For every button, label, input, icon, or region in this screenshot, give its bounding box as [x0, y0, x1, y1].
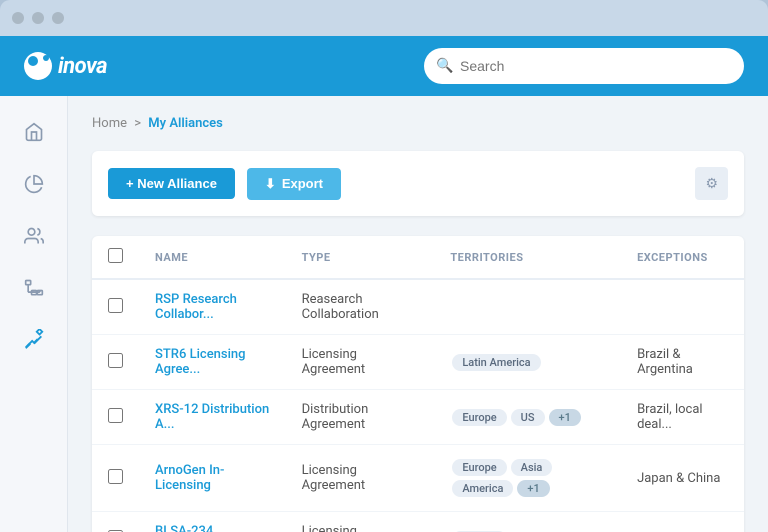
row-checkbox-cell	[92, 445, 139, 512]
main-layout: Home > My Alliances + New Alliance ⬇ Exp…	[0, 96, 768, 532]
logo-dot	[43, 55, 49, 61]
breadcrumb-home: Home	[92, 116, 127, 131]
row-name[interactable]: RSP Research Collabor...	[139, 279, 286, 335]
sidebar	[0, 96, 68, 532]
window-chrome	[0, 0, 768, 36]
logo: inova	[24, 52, 107, 80]
row-name[interactable]: XRS-12 Distribution A...	[139, 390, 286, 445]
row-type: Distribution Agreement	[286, 390, 435, 445]
orgchart-icon	[24, 278, 44, 303]
row-checkbox-cell	[92, 512, 139, 532]
row-checkbox-cell	[92, 390, 139, 445]
search-icon: 🔍	[436, 58, 453, 74]
table-row: XRS-12 Distribution A...Distribution Agr…	[92, 390, 744, 445]
sidebar-item-contacts[interactable]	[12, 216, 56, 260]
traffic-light-maximize	[52, 12, 64, 24]
row-exceptions	[621, 279, 744, 335]
home-icon	[24, 122, 44, 147]
row-checkbox-cell	[92, 335, 139, 390]
col-territories: TERRITORIES	[434, 236, 621, 279]
territory-tag: Latin America	[452, 354, 540, 371]
col-checkbox	[92, 236, 139, 279]
action-bar: + New Alliance ⬇ Export ⚙	[92, 151, 744, 216]
export-label: Export	[282, 176, 323, 191]
select-all-checkbox[interactable]	[108, 248, 123, 263]
territory-tag: US	[511, 409, 545, 426]
sidebar-item-orgchart[interactable]	[12, 268, 56, 312]
contacts-icon	[24, 226, 44, 251]
row-type: Licensing Agreement	[286, 512, 435, 532]
table-row: ArnoGen In-LicensingLicensing AgreementE…	[92, 445, 744, 512]
territory-extra-tag: +1	[517, 480, 549, 497]
row-name[interactable]: BLSA-234 Licensing	[139, 512, 286, 532]
row-type: Licensing Agreement	[286, 445, 435, 512]
territory-tag: Asia	[511, 459, 553, 476]
table-row: BLSA-234 LicensingLicensing AgreementEur…	[92, 512, 744, 532]
breadcrumb: Home > My Alliances	[92, 116, 744, 131]
row-exceptions: Brazil, local deal...	[621, 390, 744, 445]
row-exceptions: Japan & China	[621, 445, 744, 512]
header: inova 🔍	[0, 36, 768, 96]
territory-tag: America	[452, 480, 513, 497]
traffic-light-minimize	[32, 12, 44, 24]
table-row: STR6 Licensing Agree...Licensing Agreeme…	[92, 335, 744, 390]
row-territories: Latin America	[434, 335, 621, 390]
breadcrumb-separator: >	[134, 116, 141, 131]
logo-text: inova	[58, 54, 107, 79]
row-checkbox-cell	[92, 279, 139, 335]
row-territories	[434, 279, 621, 335]
row-exceptions: Brazil & Argentina	[621, 335, 744, 390]
row-type: Licensing Agreement	[286, 335, 435, 390]
territory-extra-tag: +1	[549, 409, 581, 426]
sidebar-item-reports[interactable]	[12, 164, 56, 208]
row-name[interactable]: STR6 Licensing Agree...	[139, 335, 286, 390]
row-territories: Europe Asia America+1	[434, 445, 621, 512]
col-name: NAME	[139, 236, 286, 279]
breadcrumb-current: My Alliances	[148, 116, 223, 131]
download-icon: ⬇	[265, 176, 276, 192]
search-bar: 🔍	[424, 48, 744, 84]
table-row: RSP Research Collabor...Reasearch Collab…	[92, 279, 744, 335]
handshake-icon	[23, 329, 45, 356]
export-button[interactable]: ⬇ Export	[247, 168, 341, 200]
gear-icon: ⚙	[705, 175, 718, 191]
col-type: TYPE	[286, 236, 435, 279]
row-territories: Europe US+1	[434, 390, 621, 445]
row-checkbox[interactable]	[108, 469, 123, 484]
col-exceptions: EXCEPTIONS	[621, 236, 744, 279]
table-header-row: NAME TYPE TERRITORIES EXCEPTIONS	[92, 236, 744, 279]
traffic-light-close	[12, 12, 24, 24]
row-checkbox[interactable]	[108, 298, 123, 313]
row-exceptions	[621, 512, 744, 532]
search-input[interactable]	[424, 48, 744, 84]
row-checkbox[interactable]	[108, 353, 123, 368]
sidebar-item-alliances[interactable]	[12, 320, 56, 364]
piechart-icon	[24, 174, 44, 199]
alliances-table: NAME TYPE TERRITORIES EXCEPTIONS RSP Res…	[92, 236, 744, 532]
row-territories: Europe	[434, 512, 621, 532]
territory-tag: Europe	[452, 459, 506, 476]
row-checkbox[interactable]	[108, 408, 123, 423]
row-type: Reasearch Collaboration	[286, 279, 435, 335]
gear-button[interactable]: ⚙	[695, 167, 728, 200]
logo-icon	[24, 52, 52, 80]
row-name[interactable]: ArnoGen In-Licensing	[139, 445, 286, 512]
sidebar-item-home[interactable]	[12, 112, 56, 156]
content-area: Home > My Alliances + New Alliance ⬇ Exp…	[68, 96, 768, 532]
new-alliance-button[interactable]: + New Alliance	[108, 168, 235, 199]
territory-tag: Europe	[452, 409, 506, 426]
